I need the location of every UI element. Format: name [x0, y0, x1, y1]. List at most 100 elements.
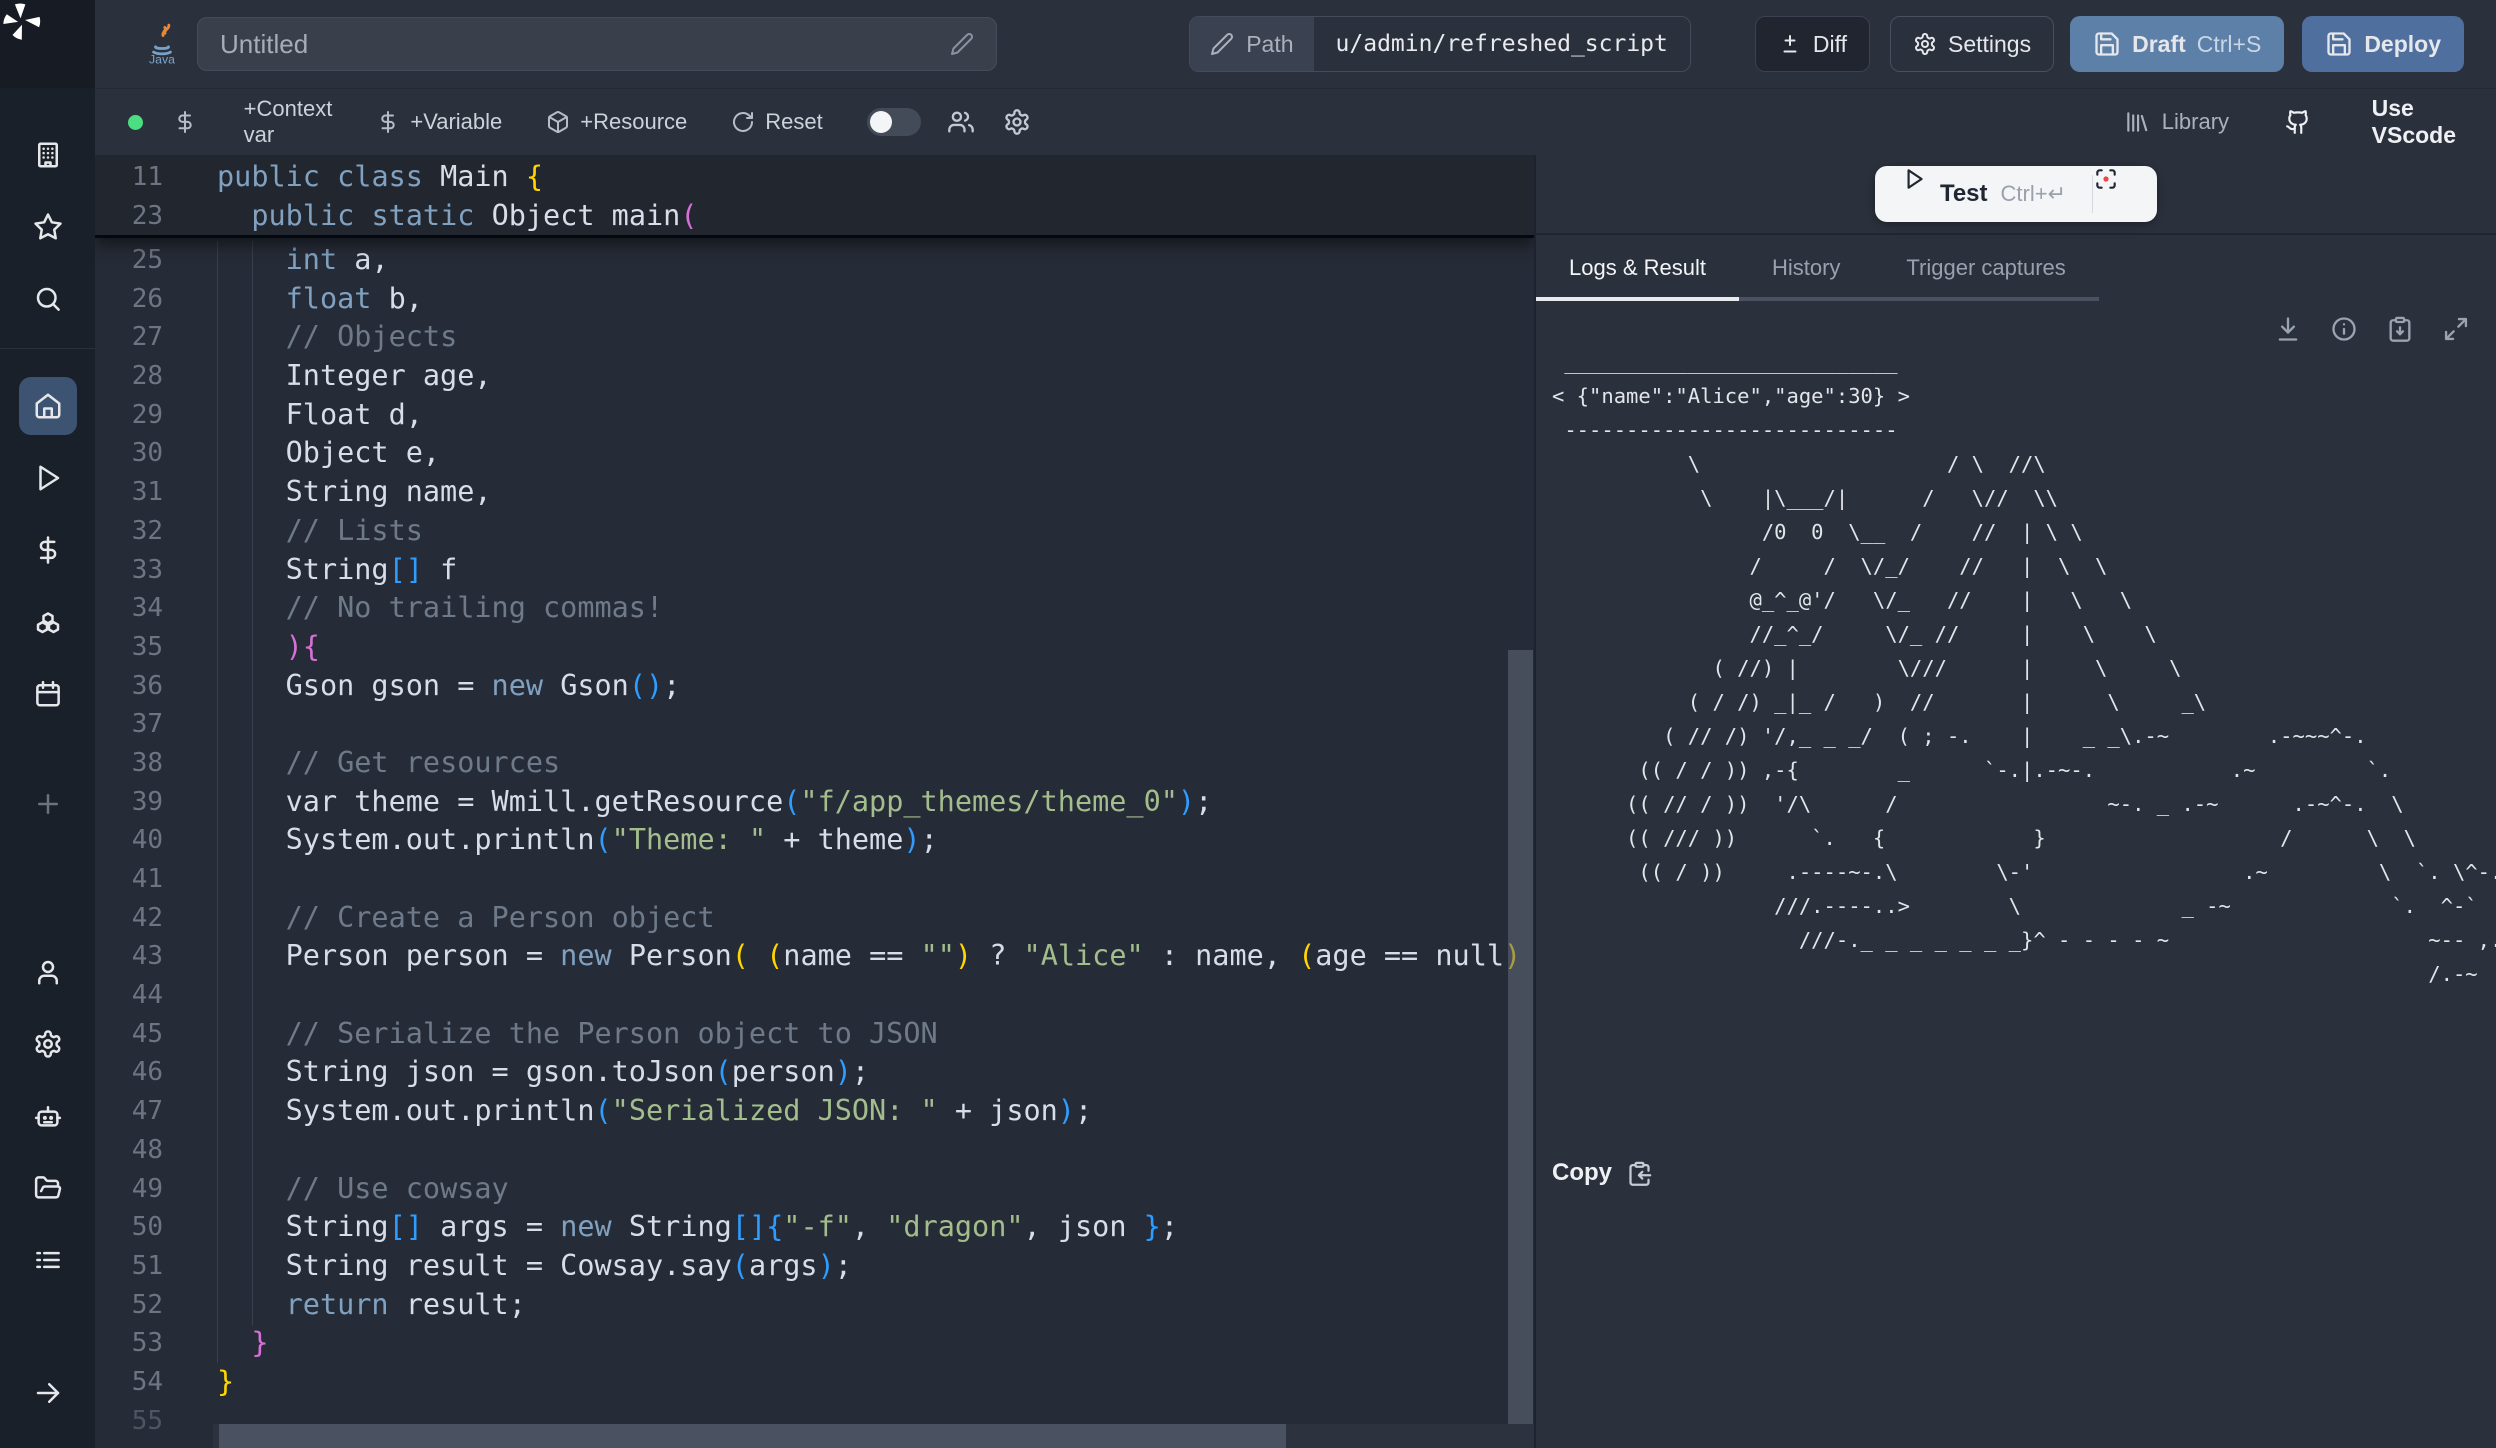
add-resource-button[interactable]: +Resource	[546, 109, 687, 135]
sidebar-item-robot[interactable]	[19, 1087, 77, 1145]
code-line-32[interactable]: 32 // Lists	[95, 512, 1534, 551]
expand-icon[interactable]	[2442, 315, 2470, 343]
add-variable-button[interactable]: +Variable	[376, 109, 502, 135]
sidebar-item-list[interactable]	[19, 1231, 77, 1289]
script-title-input[interactable]: Untitled	[197, 17, 997, 71]
line-number: 42	[95, 899, 163, 938]
code-line-25[interactable]: 25 int a,	[95, 241, 1534, 280]
code-line-43[interactable]: 43 Person person = new Person( (name == …	[95, 937, 1534, 976]
test-button-main[interactable]: Test Ctrl+↵	[1875, 166, 2092, 222]
edit-path-button[interactable]: Path	[1190, 17, 1313, 71]
info-icon[interactable]	[2330, 315, 2358, 343]
draft-button[interactable]: Draft Ctrl+S	[2070, 16, 2284, 72]
sidebar-item-boxes[interactable]	[19, 593, 77, 651]
code-line-53[interactable]: 53 }	[95, 1324, 1534, 1363]
code-line-50[interactable]: 50 String[] args = new String[]{"-f", "d…	[95, 1208, 1534, 1247]
line-number: 55	[95, 1402, 163, 1441]
editor-settings-button[interactable]	[1003, 108, 1031, 136]
line-number: 26	[95, 280, 163, 319]
editor-vertical-scrollbar[interactable]	[1508, 650, 1533, 1448]
assistant-toggle[interactable]	[867, 108, 921, 136]
pencil-icon	[1210, 32, 1234, 56]
code-line-35[interactable]: 35 ){	[95, 628, 1534, 667]
sidebar-item-plus[interactable]	[19, 775, 77, 833]
add-context-var-button[interactable]: +Context var	[173, 96, 332, 148]
windmill-logo[interactable]	[0, 0, 95, 88]
play-icon	[1901, 166, 1927, 222]
code-line-11[interactable]: 11public class Main {	[95, 158, 1534, 197]
copy-result-button[interactable]: Copy	[1552, 1159, 1653, 1187]
download-icon[interactable]	[2274, 315, 2302, 343]
sidebar-item-star[interactable]	[19, 198, 77, 256]
star-icon	[33, 212, 63, 242]
line-content: System.out.println("Theme: " + theme);	[217, 821, 938, 860]
sidebar-item-home[interactable]	[19, 377, 77, 435]
code-line-48[interactable]: 48	[95, 1131, 1534, 1170]
code-line-26[interactable]: 26 float b,	[95, 280, 1534, 319]
code-line-23[interactable]: 23 public static Object main(	[95, 197, 1534, 236]
diff-button[interactable]: Diff	[1755, 16, 1870, 72]
edit-title-pencil-icon[interactable]	[950, 32, 974, 56]
code-line-46[interactable]: 46 String json = gson.toJson(person);	[95, 1053, 1534, 1092]
code-line-28[interactable]: 28 Integer age,	[95, 357, 1534, 396]
code-line-51[interactable]: 51 String result = Cowsay.say(args);	[95, 1247, 1534, 1286]
tab-history[interactable]: History	[1739, 239, 1873, 301]
sidebar-item-play[interactable]	[19, 449, 77, 507]
draft-label: Draft	[2132, 31, 2186, 58]
clipboard-import-icon[interactable]	[2386, 315, 2414, 343]
code-line-41[interactable]: 41	[95, 860, 1534, 899]
tab-trigger-captures[interactable]: Trigger captures	[1873, 239, 2098, 301]
code-line-45[interactable]: 45 // Serialize the Person object to JSO…	[95, 1015, 1534, 1054]
code-line-36[interactable]: 36 Gson gson = new Gson();	[95, 667, 1534, 706]
code-line-52[interactable]: 52 return result;	[95, 1286, 1534, 1325]
line-number: 40	[95, 821, 163, 860]
sidebar-item-arrow-right[interactable]	[19, 1364, 77, 1422]
code-line-44[interactable]: 44	[95, 976, 1534, 1015]
code-line-37[interactable]: 37	[95, 705, 1534, 744]
sidebar-item-dollar[interactable]	[19, 521, 77, 579]
calendar-icon	[33, 679, 63, 709]
code-line-29[interactable]: 29 Float d,	[95, 396, 1534, 435]
code-line-27[interactable]: 27 // Objects	[95, 318, 1534, 357]
line-number: 53	[95, 1324, 163, 1363]
settings-button[interactable]: Settings	[1890, 16, 2054, 72]
editor-sticky-scope: 11public class Main {23 public static Ob…	[95, 155, 1534, 238]
test-button[interactable]: Test Ctrl+↵	[1875, 166, 2157, 222]
code-line-47[interactable]: 47 System.out.println("Serialized JSON: …	[95, 1092, 1534, 1131]
sidebar-item-search[interactable]	[19, 270, 77, 328]
code-line-42[interactable]: 42 // Create a Person object	[95, 899, 1534, 938]
line-number: 23	[95, 197, 163, 236]
svg-text:Java: Java	[149, 52, 175, 66]
dollar-icon	[376, 110, 400, 134]
deploy-button[interactable]: Deploy	[2302, 16, 2464, 72]
sidebar-item-building[interactable]	[19, 126, 77, 184]
sidebar-item-folder[interactable]	[19, 1159, 77, 1217]
code-line-39[interactable]: 39 var theme = Wmill.getResource("f/app_…	[95, 783, 1534, 822]
library-button[interactable]: Library	[2124, 109, 2229, 135]
sidebar-item-user[interactable]	[19, 943, 77, 1001]
code-line-54[interactable]: 54}	[95, 1363, 1534, 1402]
code-editor[interactable]: 25 int a,26 float b,27 // Objects28 Inte…	[95, 155, 1534, 1448]
boxes-icon	[33, 607, 63, 637]
capture-test-button[interactable]	[2093, 166, 2157, 222]
code-line-40[interactable]: 40 System.out.println("Theme: " + theme)…	[95, 821, 1534, 860]
editor-horizontal-scrollbar[interactable]	[219, 1424, 1286, 1448]
sidebar-item-calendar[interactable]	[19, 665, 77, 723]
code-line-31[interactable]: 31 String name,	[95, 473, 1534, 512]
code-line-33[interactable]: 33 String[] f	[95, 551, 1534, 590]
tab-logs-result[interactable]: Logs & Result	[1536, 239, 1739, 301]
collaborators-button[interactable]	[947, 108, 975, 136]
reset-button[interactable]: Reset	[731, 109, 822, 135]
code-line-49[interactable]: 49 // Use cowsay	[95, 1170, 1534, 1209]
sidebar-item-gear[interactable]	[19, 1015, 77, 1073]
use-vscode-button[interactable]: Use VScode	[2285, 95, 2456, 149]
code-line-34[interactable]: 34 // No trailing commas!	[95, 589, 1534, 628]
line-number: 35	[95, 628, 163, 667]
code-line-38[interactable]: 38 // Get resources	[95, 744, 1534, 783]
save-icon	[2093, 30, 2121, 58]
capture-icon	[2093, 166, 2157, 222]
code-line-30[interactable]: 30 Object e,	[95, 434, 1534, 473]
line-number: 44	[95, 976, 163, 1015]
content-row: 25 int a,26 float b,27 // Objects28 Inte…	[95, 155, 2496, 1448]
line-number: 52	[95, 1286, 163, 1325]
